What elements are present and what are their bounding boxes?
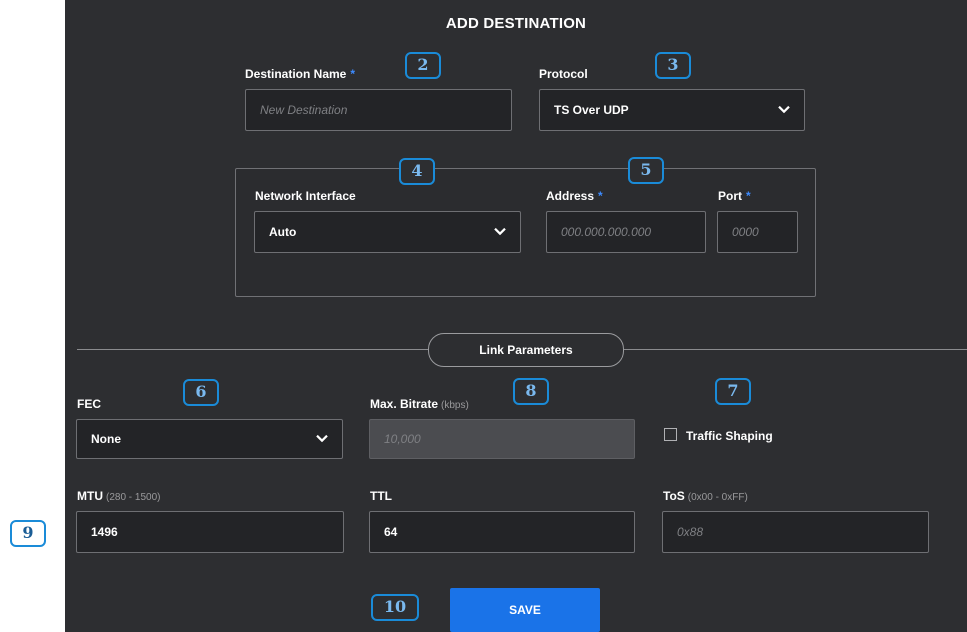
callout-badge: 9: [10, 520, 46, 547]
callout-badge: 7: [715, 378, 751, 405]
address-placeholder: 000.000.000.000: [561, 225, 652, 239]
destination-name-placeholder: New Destination: [260, 103, 348, 117]
tos-placeholder: 0x88: [677, 525, 704, 539]
network-interface-select[interactable]: Auto: [254, 211, 521, 253]
mtu-label: MTU (280 - 1500): [77, 489, 161, 503]
fec-label: FEC: [77, 397, 101, 411]
address-input[interactable]: 000.000.000.000: [546, 211, 706, 253]
callout-badge: 6: [183, 379, 219, 406]
tos-input[interactable]: 0x88: [662, 511, 929, 553]
address-label: Address *: [546, 189, 603, 203]
protocol-value: TS Over UDP: [554, 103, 629, 117]
ttl-label: TTL: [370, 489, 392, 503]
callout-badge: 4: [399, 158, 435, 185]
chevron-down-icon: [494, 227, 506, 236]
callout-badge: 2: [405, 52, 441, 79]
traffic-shaping-checkbox[interactable]: [664, 428, 677, 441]
link-parameters-header: Link Parameters: [428, 333, 624, 367]
callout-badge: 10: [371, 594, 419, 621]
network-interface-label: Network Interface: [255, 189, 356, 203]
max-bitrate-input[interactable]: 10,000: [369, 419, 635, 459]
mtu-range-hint: (280 - 1500): [106, 492, 161, 503]
required-marker: *: [598, 189, 603, 203]
max-bitrate-placeholder: 10,000: [384, 432, 421, 446]
port-placeholder: 0000: [732, 225, 759, 239]
mtu-value: 1496: [91, 525, 118, 539]
callout-badge: 3: [655, 52, 691, 79]
fec-select[interactable]: None: [76, 419, 343, 459]
protocol-label: Protocol: [539, 67, 588, 81]
network-interface-value: Auto: [269, 225, 297, 239]
chevron-down-icon: [316, 434, 328, 443]
ttl-value: 64: [384, 525, 398, 539]
callout-badge: 5: [628, 157, 664, 184]
required-marker: *: [350, 67, 356, 81]
port-input[interactable]: 0000: [717, 211, 798, 253]
destination-name-label: Destination Name *: [245, 67, 356, 81]
chevron-down-icon: [778, 105, 790, 114]
tos-label: ToS (0x00 - 0xFF): [663, 489, 748, 503]
callout-badge: 8: [513, 378, 549, 405]
traffic-shaping-label: Traffic Shaping: [686, 429, 773, 443]
destination-name-input[interactable]: New Destination: [245, 89, 512, 131]
port-label: Port *: [718, 189, 751, 203]
ttl-input[interactable]: 64: [369, 511, 635, 553]
save-button[interactable]: SAVE: [450, 588, 600, 632]
mtu-input[interactable]: 1496: [76, 511, 344, 553]
dialog-title: ADD DESTINATION: [445, 15, 587, 32]
add-destination-panel: ADD DESTINATION Destination Name * New De…: [65, 0, 967, 632]
protocol-select[interactable]: TS Over UDP: [539, 89, 805, 131]
required-marker: *: [746, 189, 751, 203]
max-bitrate-label: Max. Bitrate (kbps): [370, 397, 469, 411]
max-bitrate-unit: (kbps): [441, 400, 469, 411]
tos-range-hint: (0x00 - 0xFF): [687, 492, 748, 503]
fec-value: None: [91, 432, 121, 446]
